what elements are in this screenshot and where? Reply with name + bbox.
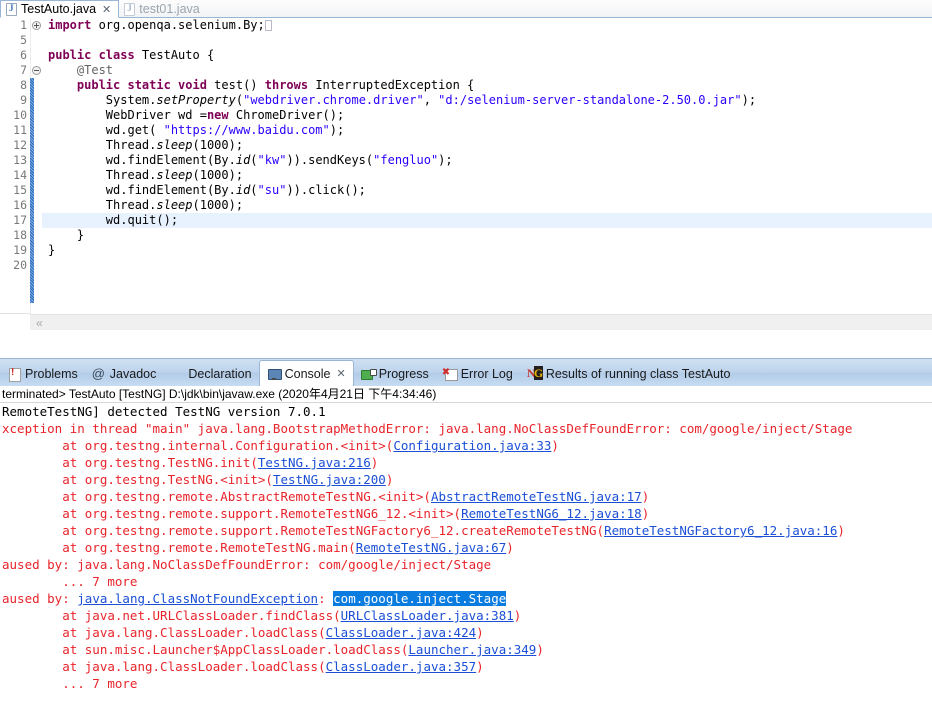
- code-line[interactable]: public class TestAuto {: [42, 48, 932, 63]
- code-text-area[interactable]: import org.openqa.selenium.By; public cl…: [42, 18, 932, 330]
- problems-icon: [7, 367, 21, 382]
- view-tab-label: Javadoc: [109, 367, 157, 381]
- view-tab-error-log[interactable]: Error Log: [436, 362, 520, 386]
- console-process-header: terminated> TestAuto [TestNG] D:\jdk\bin…: [0, 386, 932, 403]
- editor-tab-label: TestAuto.java: [21, 2, 97, 16]
- line-number: 8: [20, 78, 27, 92]
- code-line[interactable]: Thread.sleep(1000);: [42, 168, 932, 183]
- console-error-line[interactable]: at java.lang.ClassLoader.loadClass(Class…: [0, 624, 932, 641]
- line-number-gutter: 1 5 6 7 8 9 10 11 12 13 14 15 16 17 18 19 20: [0, 18, 30, 330]
- console-error-line[interactable]: xception in thread "main" java.lang.Boot…: [0, 420, 932, 437]
- code-line[interactable]: }: [42, 228, 932, 243]
- line-number: 6: [20, 48, 27, 62]
- view-tab-label: Results of running class TestAuto: [545, 367, 731, 381]
- close-icon[interactable]: ✕: [336, 368, 345, 379]
- console-error-line[interactable]: aused by: java.lang.ClassNotFoundExcepti…: [0, 590, 932, 607]
- view-tab-console[interactable]: Console ✕: [258, 360, 354, 386]
- progress-icon: [360, 367, 377, 381]
- code-line[interactable]: wd.get( "https://www.baidu.com");: [42, 123, 932, 138]
- editor-tab-test01-java[interactable]: test01.java: [119, 0, 206, 18]
- view-tab-javadoc[interactable]: Javadoc: [85, 362, 164, 386]
- code-editor[interactable]: 1 5 6 7 8 9 10 11 12 13 14 15 16 17 18 19 20 import org.…: [0, 18, 932, 330]
- view-tab-progress[interactable]: Progress: [354, 362, 436, 386]
- view-tab-problems[interactable]: Problems: [0, 362, 85, 386]
- line-number: 18: [13, 228, 27, 242]
- console-error-line[interactable]: at sun.misc.Launcher$AppClassLoader.load…: [0, 641, 932, 658]
- error-log-icon: [442, 367, 458, 381]
- console-error-line[interactable]: at org.testng.remote.support.RemoteTestN…: [0, 505, 932, 522]
- console-icon: [267, 367, 282, 381]
- eclipse-window: TestAuto.java✕test01.java 15678910111213…: [0, 0, 932, 714]
- code-line[interactable]: [42, 258, 932, 273]
- console-error-line[interactable]: at org.testng.remote.RemoteTestNG.main(R…: [0, 539, 932, 556]
- code-line[interactable]: import org.openqa.selenium.By;: [42, 18, 932, 33]
- view-tab-label: Problems: [25, 367, 78, 381]
- console-error-line[interactable]: at java.net.URLClassLoader.findClass(URL…: [0, 607, 932, 624]
- gutter-divider: [0, 313, 30, 314]
- java-file-icon: [6, 2, 17, 16]
- line-number: 15: [13, 183, 27, 197]
- code-line[interactable]: }: [42, 243, 932, 258]
- console-error-line[interactable]: ... 7 more: [0, 675, 932, 692]
- code-line[interactable]: Thread.sleep(1000);: [42, 198, 932, 213]
- view-tab-label: Console: [284, 366, 331, 381]
- code-line[interactable]: WebDriver wd =new ChromeDriver();: [42, 108, 932, 123]
- line-number: 10: [13, 108, 27, 122]
- javadoc-icon: [92, 366, 106, 381]
- scroll-left-icon[interactable]: «: [36, 316, 43, 330]
- line-number: 12: [13, 138, 27, 152]
- expand-icon[interactable]: [32, 21, 41, 30]
- line-number: 20: [13, 258, 27, 272]
- view-tab-results-of-running-class-testauto[interactable]: Results of running class TestAuto: [520, 362, 738, 386]
- code-line[interactable]: @Test: [42, 63, 932, 78]
- line-number: 14: [13, 168, 27, 182]
- code-line[interactable]: wd.findElement(By.id("su")).click();: [42, 183, 932, 198]
- console-output[interactable]: RemoteTestNG] detected TestNG version 7.…: [0, 403, 932, 692]
- line-number: 19: [13, 243, 27, 257]
- close-icon[interactable]: ✕: [102, 4, 111, 15]
- line-number: 1: [20, 18, 27, 32]
- code-line[interactable]: wd.quit();: [42, 213, 932, 228]
- view-tab-declaration[interactable]: Declaration: [163, 362, 258, 386]
- line-number: 16: [13, 198, 27, 212]
- console-error-line[interactable]: at org.testng.remote.support.RemoteTestN…: [0, 522, 932, 539]
- declaration-icon: [170, 367, 184, 381]
- console-line[interactable]: RemoteTestNG] detected TestNG version 7.…: [0, 403, 932, 420]
- code-line[interactable]: public static void test() throws Interru…: [42, 78, 932, 93]
- editor-tab-testauto-java[interactable]: TestAuto.java ✕: [0, 0, 120, 18]
- java-file-icon: [124, 2, 136, 16]
- line-number: 11: [13, 123, 27, 137]
- view-tab-label: Progress: [378, 367, 429, 381]
- code-line[interactable]: System.setProperty("webdriver.chrome.dri…: [42, 93, 932, 108]
- console-error-line[interactable]: at org.testng.internal.Configuration.<in…: [0, 437, 932, 454]
- code-line[interactable]: wd.findElement(By.id("kw")).sendKeys("fe…: [42, 153, 932, 168]
- line-number: 5: [20, 33, 27, 47]
- changed-lines-bar: [30, 78, 34, 303]
- line-number: 7: [20, 63, 27, 77]
- collapse-icon[interactable]: [32, 66, 41, 75]
- console-error-line[interactable]: at org.testng.TestNG.init(TestNG.java:21…: [0, 454, 932, 471]
- console-view[interactable]: terminated> TestAuto [TestNG] D:\jdk\bin…: [0, 386, 932, 714]
- editor-tab-label: test01.java: [139, 2, 200, 16]
- editor-tab-bar: TestAuto.java ✕ test01.java: [0, 0, 932, 18]
- testng-icon: [527, 366, 544, 381]
- line-number: 17: [13, 213, 27, 227]
- console-error-line[interactable]: aused by: java.lang.NoClassDefFoundError…: [0, 556, 932, 573]
- editor-horizontal-scroll[interactable]: «: [30, 314, 932, 330]
- bottom-view-tab-bar: Problems Javadoc Declaration Console ✕ Progre…: [0, 358, 932, 386]
- console-error-line[interactable]: at org.testng.TestNG.<init>(TestNG.java:…: [0, 471, 932, 488]
- code-line[interactable]: [42, 33, 932, 48]
- console-error-line[interactable]: ... 7 more: [0, 573, 932, 590]
- view-tab-label: Error Log: [460, 367, 513, 381]
- console-error-line[interactable]: at org.testng.remote.AbstractRemoteTestN…: [0, 488, 932, 505]
- console-error-line[interactable]: at java.lang.ClassLoader.loadClass(Class…: [0, 658, 932, 675]
- code-line[interactable]: Thread.sleep(1000);: [42, 138, 932, 153]
- view-tab-label: Declaration: [188, 367, 252, 381]
- line-number: 13: [13, 153, 27, 167]
- line-number: 9: [20, 93, 27, 107]
